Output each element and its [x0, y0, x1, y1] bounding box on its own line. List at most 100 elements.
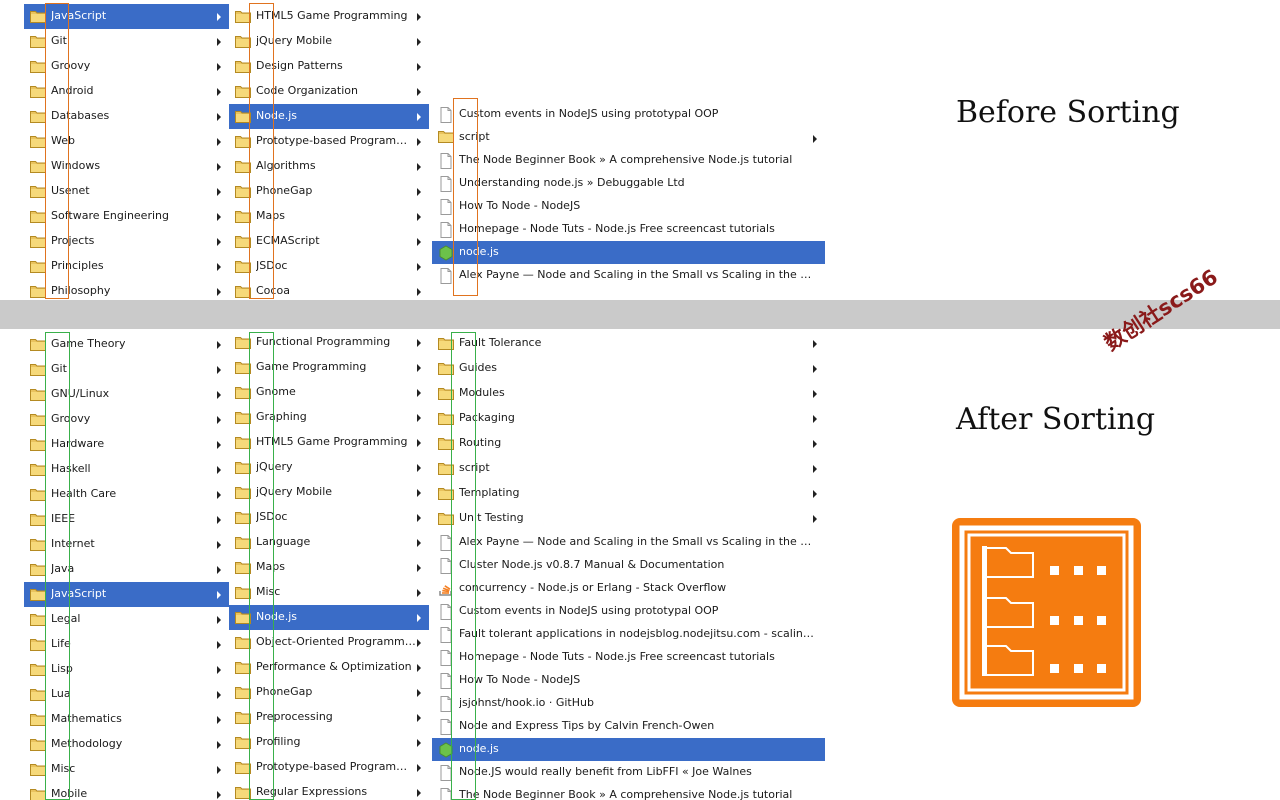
- menu-item-how-to-node-nodejs[interactable]: How To Node - NodeJS: [432, 195, 825, 218]
- menu-item-the-node-beginner-book-a-comprehensive-node-js-tutorial[interactable]: The Node Beginner Book » A comprehensive…: [432, 784, 825, 800]
- menu-item-gnu-linux[interactable]: GNU/Linux: [24, 382, 229, 407]
- menu-item-concurrency-node-js-or-erlang-stack-overflow[interactable]: concurrency - Node.js or Erlang - Stack …: [432, 577, 825, 600]
- menu-item-lisp[interactable]: Lisp: [24, 657, 229, 682]
- menu-item-guides[interactable]: Guides: [432, 356, 825, 381]
- menu-item-phonegap[interactable]: PhoneGap: [229, 179, 429, 204]
- menu-item-script[interactable]: script: [432, 456, 825, 481]
- menu-item-modules[interactable]: Modules: [432, 381, 825, 406]
- menu-item-design-patterns[interactable]: Design Patterns: [229, 54, 429, 79]
- menu-item-unit-testing[interactable]: Unit Testing: [432, 506, 825, 531]
- menu-item-custom-events-in-nodejs-using-prototypal-oop[interactable]: Custom events in NodeJS using prototypal…: [432, 103, 825, 126]
- menu-item-javascript[interactable]: JavaScript: [24, 582, 229, 607]
- menu-item-node-js-would-really-benefit-from-libffi-joe-walnes[interactable]: Node.JS would really benefit from LibFFI…: [432, 761, 825, 784]
- menu-item-lua[interactable]: Lua: [24, 682, 229, 707]
- menu-item-prototype-based-programming[interactable]: Prototype-based Programming: [229, 129, 429, 154]
- menu-item-how-to-node-nodejs[interactable]: How To Node - NodeJS: [432, 669, 825, 692]
- menu-item-code-organization[interactable]: Code Organization: [229, 79, 429, 104]
- menu-item-custom-events-in-nodejs-using-prototypal-oop[interactable]: Custom events in NodeJS using prototypal…: [432, 600, 825, 623]
- menu-item-alex-payne-node-and-scaling-in-the-small-vs-scaling-in-the-large[interactable]: Alex Payne — Node and Scaling in the Sma…: [432, 531, 825, 554]
- menu-item-profiling[interactable]: Profiling: [229, 730, 429, 755]
- menu-item-android[interactable]: Android: [24, 79, 229, 104]
- submenu-arrow-icon: [417, 13, 421, 21]
- menu-item-usenet[interactable]: Usenet: [24, 179, 229, 204]
- menu-item-principles[interactable]: Principles: [24, 254, 229, 279]
- menu-item-label: Git: [51, 362, 67, 375]
- menu-item-health-care[interactable]: Health Care: [24, 482, 229, 507]
- menu-item-regular-expressions[interactable]: Regular Expressions: [229, 780, 429, 800]
- submenu-arrow-icon: [813, 415, 817, 423]
- menu-item-homepage-node-tuts-node-js-free-screencast-tutorials[interactable]: Homepage - Node Tuts - Node.js Free scre…: [432, 218, 825, 241]
- menu-item-preprocessing[interactable]: Preprocessing: [229, 705, 429, 730]
- menu-item-performance-optimization[interactable]: Performance & Optimization: [229, 655, 429, 680]
- menu-item-mathematics[interactable]: Mathematics: [24, 707, 229, 732]
- menu-item-understanding-node-js-debuggable-ltd[interactable]: Understanding node.js » Debuggable Ltd: [432, 172, 825, 195]
- submenu-arrow-icon: [217, 666, 221, 674]
- menu-item-gnome[interactable]: Gnome: [229, 380, 429, 405]
- menu-item-prototype-based-programming[interactable]: Prototype-based Programming: [229, 755, 429, 780]
- menu-item-cluster-node-js-v0-8-7-manual-documentation[interactable]: Cluster Node.js v0.8.7 Manual & Document…: [432, 554, 825, 577]
- menu-item-hardware[interactable]: Hardware: [24, 432, 229, 457]
- menu-item-life[interactable]: Life: [24, 632, 229, 657]
- menu-item-groovy[interactable]: Groovy: [24, 407, 229, 432]
- nodejs-hex-icon: [438, 245, 454, 261]
- before-column-3: Custom events in NodeJS using prototypal…: [432, 103, 825, 300]
- menu-item-node-js[interactable]: Node.js: [229, 605, 429, 630]
- menu-item-git[interactable]: Git: [24, 29, 229, 54]
- menu-item-algorithms[interactable]: Algorithms: [229, 154, 429, 179]
- menu-item-templating[interactable]: Templating: [432, 481, 825, 506]
- menu-item-routing[interactable]: Routing: [432, 431, 825, 456]
- menu-item-legal[interactable]: Legal: [24, 607, 229, 632]
- menu-item-git[interactable]: Git: [24, 357, 229, 382]
- menu-item-html5-game-programming[interactable]: HTML5 Game Programming: [229, 4, 429, 29]
- menu-item-misc[interactable]: Misc: [24, 757, 229, 782]
- menu-item-script[interactable]: script: [432, 126, 825, 149]
- folder-icon: [235, 60, 251, 73]
- menu-item-node-js[interactable]: Node.js: [229, 104, 429, 129]
- menu-item-graphing[interactable]: Graphing: [229, 405, 429, 430]
- menu-item-packaging[interactable]: Packaging: [432, 406, 825, 431]
- menu-item-methodology[interactable]: Methodology: [24, 732, 229, 757]
- menu-item-the-node-beginner-book-a-comprehensive-node-js-tutorial[interactable]: The Node Beginner Book » A comprehensive…: [432, 149, 825, 172]
- menu-item-node-js[interactable]: node.js: [432, 241, 825, 264]
- menu-item-software-engineering[interactable]: Software Engineering: [24, 204, 229, 229]
- menu-item-philosophy[interactable]: Philosophy: [24, 279, 229, 300]
- menu-item-windows[interactable]: Windows: [24, 154, 229, 179]
- menu-item-fault-tolerance[interactable]: Fault Tolerance: [432, 331, 825, 356]
- menu-item-phonegap[interactable]: PhoneGap: [229, 680, 429, 705]
- menu-item-jsdoc[interactable]: JSDoc: [229, 254, 429, 279]
- menu-item-mobile[interactable]: Mobile: [24, 782, 229, 800]
- menu-item-node-js[interactable]: node.js: [432, 738, 825, 761]
- menu-item-cocoa[interactable]: Cocoa: [229, 279, 429, 300]
- menu-item-label: Game Theory: [51, 337, 126, 350]
- menu-item-databases[interactable]: Databases: [24, 104, 229, 129]
- menu-item-fault-tolerant-applications-in-nodejsblog-nodejitsu-com-scaling-nod[interactable]: Fault tolerant applications in nodejsblo…: [432, 623, 825, 646]
- menu-item-label: Hardware: [51, 437, 105, 450]
- menu-item-jquery[interactable]: jQuery: [229, 455, 429, 480]
- menu-item-web[interactable]: Web: [24, 129, 229, 154]
- menu-item-jsjohnst-hook-io-github[interactable]: jsjohnst/hook.io · GitHub: [432, 692, 825, 715]
- menu-item-javascript[interactable]: JavaScript: [24, 4, 229, 29]
- menu-item-ecmascript[interactable]: ECMAScript: [229, 229, 429, 254]
- menu-item-haskell[interactable]: Haskell: [24, 457, 229, 482]
- menu-item-homepage-node-tuts-node-js-free-screencast-tutorials[interactable]: Homepage - Node Tuts - Node.js Free scre…: [432, 646, 825, 669]
- menu-item-projects[interactable]: Projects: [24, 229, 229, 254]
- menu-item-html5-game-programming[interactable]: HTML5 Game Programming: [229, 430, 429, 455]
- submenu-arrow-icon: [417, 564, 421, 572]
- menu-item-node-and-express-tips-by-calvin-french-owen[interactable]: Node and Express Tips by Calvin French-O…: [432, 715, 825, 738]
- menu-item-groovy[interactable]: Groovy: [24, 54, 229, 79]
- menu-item-maps[interactable]: Maps: [229, 204, 429, 229]
- menu-item-object-oriented-programming[interactable]: Object-Oriented Programming: [229, 630, 429, 655]
- menu-item-jsdoc[interactable]: JSDoc: [229, 505, 429, 530]
- menu-item-jquery-mobile[interactable]: jQuery Mobile: [229, 480, 429, 505]
- menu-item-java[interactable]: Java: [24, 557, 229, 582]
- menu-item-maps[interactable]: Maps: [229, 555, 429, 580]
- menu-item-misc[interactable]: Misc: [229, 580, 429, 605]
- menu-item-jquery-mobile[interactable]: jQuery Mobile: [229, 29, 429, 54]
- menu-item-ieee[interactable]: IEEE: [24, 507, 229, 532]
- menu-item-functional-programming[interactable]: Functional Programming: [229, 330, 429, 355]
- menu-item-game-programming[interactable]: Game Programming: [229, 355, 429, 380]
- menu-item-game-theory[interactable]: Game Theory: [24, 332, 229, 357]
- menu-item-internet[interactable]: Internet: [24, 532, 229, 557]
- menu-item-alex-payne-node-and-scaling-in-the-small-vs-scaling-in-the-large[interactable]: Alex Payne — Node and Scaling in the Sma…: [432, 264, 825, 287]
- menu-item-language[interactable]: Language: [229, 530, 429, 555]
